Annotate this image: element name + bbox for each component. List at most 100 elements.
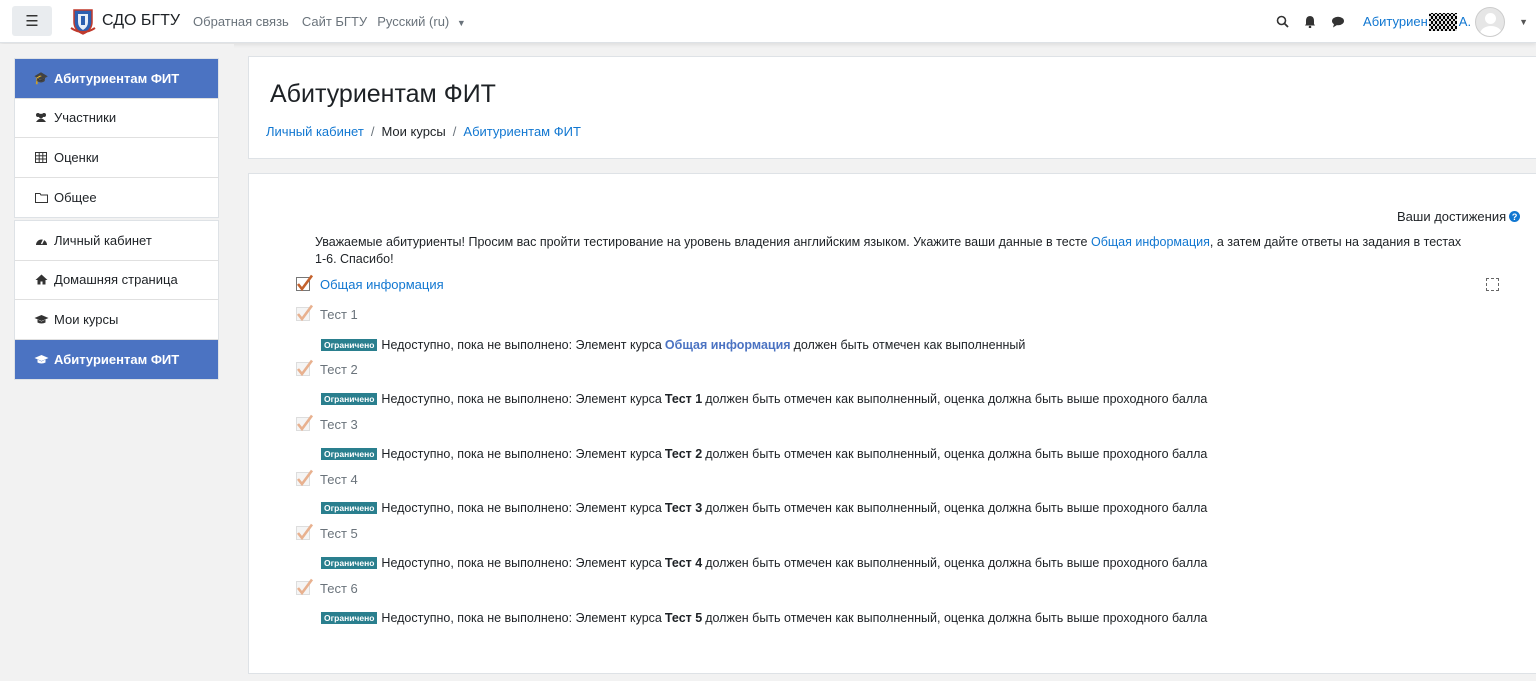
user-menu-caret-icon[interactable]: ▼ <box>1519 17 1528 27</box>
feedback-link[interactable]: Обратная связь <box>193 14 289 29</box>
drawer-item-label: Личный кабинет <box>54 232 152 248</box>
activity-test-6: Тест 6 <box>295 578 358 598</box>
drawer-toggle-button[interactable]: ☰ <box>12 6 52 36</box>
restriction-prefix: Недоступно, пока не выполнено: Элемент к… <box>381 447 662 461</box>
restriction-prefix: Недоступно, пока не выполнено: Элемент к… <box>381 556 662 570</box>
table-icon <box>33 151 49 163</box>
chat-icon[interactable] <box>1331 15 1345 29</box>
restriction-info: Ограничено Недоступно, пока не выполнено… <box>321 501 1207 515</box>
restricted-badge: Ограничено <box>321 557 378 569</box>
quiz-check-icon <box>295 414 315 434</box>
hamburger-icon: ☰ <box>25 13 39 30</box>
manual-completion-checkbox[interactable] <box>1486 278 1499 291</box>
course-intro-text: Уважаемые абитуриенты! Просим вас пройти… <box>315 234 1475 268</box>
top-navbar: ☰ СДО БГТУ Обратная связь Сайт БГТУ Русс… <box>0 0 1536 43</box>
restriction-info: Ограничено Недоступно, пока не выполнено… <box>321 338 1025 352</box>
restriction-info: Ограничено Недоступно, пока не выполнено… <box>321 392 1207 406</box>
restricted-badge: Ограничено <box>321 502 378 514</box>
restricted-badge: Ограничено <box>321 339 378 351</box>
breadcrumb-separator: / <box>370 124 375 139</box>
restriction-suffix: должен быть отмечен как выполненный, оце… <box>705 556 1208 570</box>
university-logo-icon <box>68 6 98 36</box>
quiz-check-icon <box>295 578 315 598</box>
activity-test-1: Тест 1 <box>295 304 358 324</box>
restricted-badge: Ограничено <box>321 393 378 405</box>
redacted-name-image <box>1428 12 1457 31</box>
activity-name: Тест 5 <box>320 525 358 541</box>
drawer-item-course[interactable]: 🎓 Абитуриентам ФИТ <box>15 59 218 99</box>
university-site-link[interactable]: Сайт БГТУ <box>302 14 367 29</box>
restriction-prefix: Недоступно, пока не выполнено: Элемент к… <box>381 392 662 406</box>
drawer-item-label: Абитуриентам ФИТ <box>54 351 180 367</box>
graduation-cap-icon <box>33 314 49 325</box>
page-header: Абитуриентам ФИТ Личный кабинет / Мои ку… <box>248 56 1536 159</box>
drawer-item-grades[interactable]: Оценки <box>15 138 218 178</box>
drawer-item-general[interactable]: Общее <box>15 178 218 218</box>
breadcrumb-separator: / <box>452 124 457 139</box>
activity-test-3: Тест 3 <box>295 414 358 434</box>
quiz-check-icon <box>295 304 315 324</box>
breadcrumb-my-courses: Мои курсы <box>381 124 446 139</box>
help-icon[interactable]: ? <box>1509 211 1521 222</box>
restriction-item: Тест 4 <box>664 556 703 570</box>
activity-name: Тест 2 <box>320 361 358 377</box>
caret-down-icon: ▼ <box>456 17 466 28</box>
restriction-prefix: Недоступно, пока не выполнено: Элемент к… <box>381 501 662 515</box>
activity-name: Тест 3 <box>320 416 358 432</box>
restriction-item: Тест 2 <box>664 447 703 461</box>
graduation-cap-icon: 🎓 <box>33 71 49 86</box>
restriction-suffix: должен быть отмечен как выполненный, оце… <box>705 611 1208 625</box>
quiz-check-icon <box>295 523 315 543</box>
activity-general-info[interactable]: Общая информация <box>295 274 444 294</box>
nav-drawer: 🎓 Абитуриентам ФИТ Участники Оценки Обще… <box>0 44 234 681</box>
restricted-badge: Ограничено <box>321 612 378 624</box>
breadcrumb-course-link[interactable]: Абитуриентам ФИТ <box>463 124 581 139</box>
restriction-suffix: должен быть отмечен как выполненный, оце… <box>705 447 1208 461</box>
drawer-item-home[interactable]: Домашняя страница <box>15 261 218 300</box>
activity-name: Тест 1 <box>320 306 358 322</box>
site-brand[interactable]: СДО БГТУ <box>68 6 180 36</box>
activity-test-2: Тест 2 <box>295 359 358 379</box>
breadcrumb-dashboard-link[interactable]: Личный кабинет <box>266 124 364 139</box>
breadcrumb: Личный кабинет / Мои курсы / Абитуриента… <box>266 124 581 139</box>
drawer-item-my-courses[interactable]: Мои курсы <box>15 300 218 340</box>
restriction-suffix: должен быть отмечен как выполненный, оце… <box>705 501 1208 515</box>
quiz-check-icon <box>295 469 315 489</box>
activity-test-5: Тест 5 <box>295 523 358 543</box>
restriction-item-link[interactable]: Общая информация <box>665 338 791 352</box>
user-name[interactable]: Абитуриен <box>1363 14 1428 29</box>
drawer-item-label: Абитуриентам ФИТ <box>54 70 180 86</box>
language-menu[interactable]: Русский (ru) ▼ <box>377 14 466 29</box>
drawer-item-label: Мои курсы <box>54 311 119 327</box>
restriction-info: Ограничено Недоступно, пока не выполнено… <box>321 556 1207 570</box>
drawer-item-dashboard[interactable]: Личный кабинет <box>15 221 218 261</box>
course-nav: 🎓 Абитуриентам ФИТ Участники Оценки Обще… <box>14 58 219 218</box>
restriction-item: Тест 5 <box>664 611 703 625</box>
dashboard-icon <box>33 235 49 246</box>
restriction-prefix: Недоступно, пока не выполнено: Элемент к… <box>381 611 662 625</box>
drawer-item-participants[interactable]: Участники <box>15 99 218 138</box>
site-nav: Личный кабинет Домашняя страница Мои кур… <box>14 220 219 380</box>
restriction-suffix: должен быть отмечен как выполненный, оце… <box>705 392 1208 406</box>
activity-name: Тест 4 <box>320 471 358 487</box>
user-initial[interactable]: А. <box>1459 14 1471 29</box>
bell-icon[interactable] <box>1303 15 1317 29</box>
users-icon <box>33 112 49 123</box>
page-title: Абитуриентам ФИТ <box>270 80 496 108</box>
drawer-item-label: Участники <box>54 110 117 126</box>
achievements-label: Ваши достижения <box>1397 209 1507 224</box>
intro-activity-link[interactable]: Общая информация <box>1091 235 1210 249</box>
restriction-info: Ограничено Недоступно, пока не выполнено… <box>321 611 1207 625</box>
achievements: Ваши достижения ? <box>1397 209 1521 224</box>
drawer-item-label: Оценки <box>54 149 99 165</box>
activity-name: Тест 6 <box>320 580 358 596</box>
avatar[interactable] <box>1475 6 1506 37</box>
restriction-item: Тест 1 <box>664 392 703 406</box>
search-icon[interactable] <box>1275 15 1289 29</box>
drawer-item-current-course[interactable]: Абитуриентам ФИТ <box>15 339 218 379</box>
quiz-check-icon <box>295 359 315 379</box>
activity-name[interactable]: Общая информация <box>320 277 444 292</box>
graduation-cap-icon <box>33 354 49 365</box>
restriction-suffix: должен быть отмечен как выполненный <box>793 338 1026 352</box>
restriction-info: Ограничено Недоступно, пока не выполнено… <box>321 447 1207 461</box>
